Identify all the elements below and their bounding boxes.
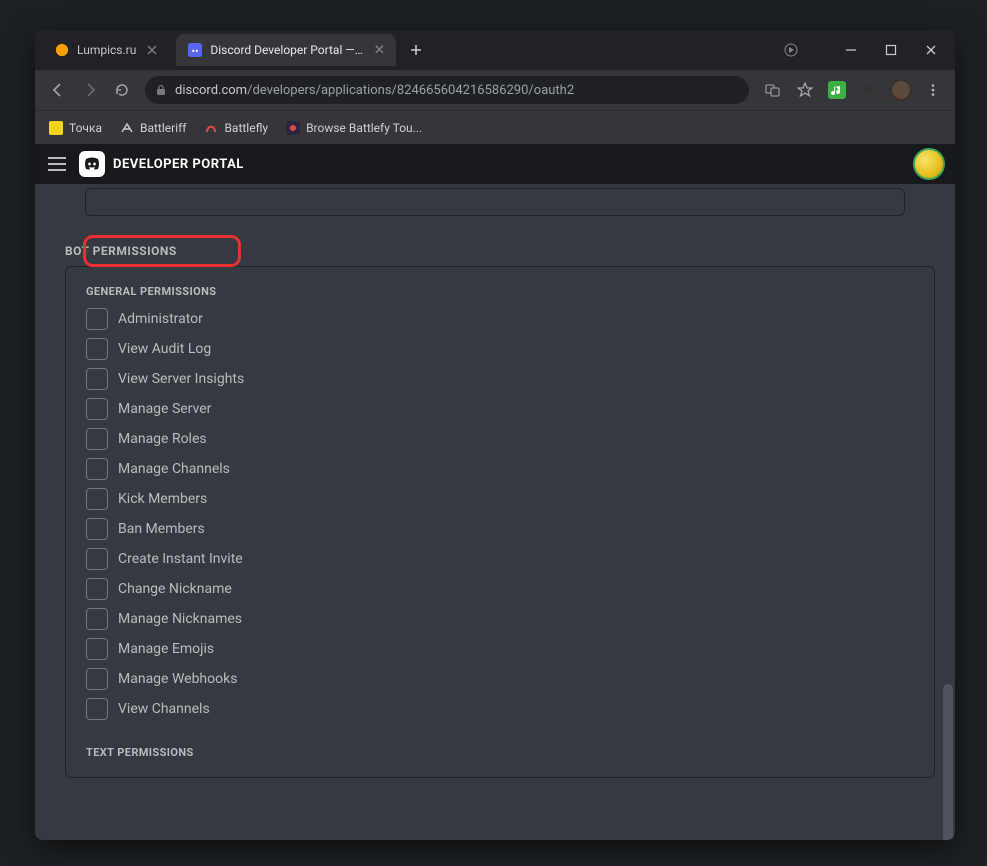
perm-label: View Channels <box>118 701 210 717</box>
tab-title: Discord Developer Portal — My A <box>210 43 363 57</box>
perm-label: Create Instant Invite <box>118 551 243 567</box>
music-ext-icon[interactable] <box>823 76 851 104</box>
permissions-card: GENERAL PERMISSIONS Administrator View A… <box>65 266 935 778</box>
perm-manage-emojis[interactable]: Manage Emojis <box>86 638 914 660</box>
perm-view-channels[interactable]: View Channels <box>86 698 914 720</box>
perm-label: Manage Webhooks <box>118 671 237 687</box>
previous-section-stub <box>85 188 905 216</box>
browser-window: Lumpics.ru Discord Developer Portal — My… <box>35 30 955 840</box>
user-avatar[interactable] <box>913 148 945 180</box>
perm-manage-webhooks[interactable]: Manage Webhooks <box>86 668 914 690</box>
url-host: discord.com <box>175 83 247 98</box>
close-icon[interactable] <box>146 44 158 56</box>
section-title-bot-permissions: BOT PERMISSIONS <box>65 224 935 266</box>
lock-icon <box>155 84 167 96</box>
discord-app-header: DEVELOPER PORTAL <box>35 144 955 184</box>
checkbox[interactable] <box>86 488 108 510</box>
checkbox[interactable] <box>86 308 108 330</box>
perm-create-instant-invite[interactable]: Create Instant Invite <box>86 548 914 570</box>
bookmark-battlefly[interactable]: Battlefly <box>198 117 274 139</box>
checkbox[interactable] <box>86 458 108 480</box>
perm-change-nickname[interactable]: Change Nickname <box>86 578 914 600</box>
url-input[interactable]: discord.com/developers/applications/8246… <box>145 76 749 104</box>
new-tab-button[interactable] <box>402 36 430 64</box>
page-content: BOT PERMISSIONS GENERAL PERMISSIONS Admi… <box>35 184 955 840</box>
playing-indicator <box>751 43 831 57</box>
translate-icon[interactable] <box>759 76 787 104</box>
window-controls <box>831 30 951 70</box>
checkbox[interactable] <box>86 428 108 450</box>
tab-strip: Lumpics.ru Discord Developer Portal — My… <box>39 30 751 70</box>
tab-discord-dev[interactable]: Discord Developer Portal — My A <box>176 34 396 66</box>
checkbox[interactable] <box>86 698 108 720</box>
perm-label: Manage Emojis <box>118 641 214 657</box>
url-path: /developers/applications/824665604216586… <box>247 83 574 98</box>
star-icon[interactable] <box>791 76 819 104</box>
favicon-lumpics <box>55 43 69 57</box>
perm-label: Manage Channels <box>118 461 230 477</box>
bookmarks-bar: Точка Battleriff Battlefly Browse Battle… <box>35 110 955 144</box>
bookmark-label: Battlefly <box>224 121 268 135</box>
bookmark-battleriff[interactable]: Battleriff <box>114 117 192 139</box>
header-title: DEVELOPER PORTAL <box>113 157 244 172</box>
bookmark-label: Battleriff <box>140 121 186 135</box>
perm-label: Kick Members <box>118 491 207 507</box>
bookmark-favicon <box>204 121 218 135</box>
bookmark-tochka[interactable]: Точка <box>43 117 108 139</box>
perm-manage-channels[interactable]: Manage Channels <box>86 458 914 480</box>
checkbox[interactable] <box>86 518 108 540</box>
discord-logo[interactable]: DEVELOPER PORTAL <box>79 151 244 177</box>
perm-view-audit-log[interactable]: View Audit Log <box>86 338 914 360</box>
close-icon[interactable] <box>374 44 385 56</box>
perm-administrator[interactable]: Administrator <box>86 308 914 330</box>
checkbox[interactable] <box>86 578 108 600</box>
tab-title: Lumpics.ru <box>77 43 136 57</box>
perm-kick-members[interactable]: Kick Members <box>86 488 914 510</box>
checkbox[interactable] <box>86 608 108 630</box>
kebab-menu-icon[interactable] <box>919 76 947 104</box>
favicon-discord <box>188 43 202 57</box>
tab-lumpics[interactable]: Lumpics.ru <box>43 34 170 66</box>
perm-label: View Server Insights <box>118 371 244 387</box>
back-button[interactable] <box>43 75 73 105</box>
checkbox[interactable] <box>86 638 108 660</box>
bookmark-label: Browse Battlefy Tou... <box>306 121 422 135</box>
checkbox[interactable] <box>86 668 108 690</box>
address-bar: discord.com/developers/applications/8246… <box>35 70 955 110</box>
close-button[interactable] <box>911 30 951 70</box>
maximize-button[interactable] <box>871 30 911 70</box>
bookmark-favicon <box>120 121 134 135</box>
bookmark-favicon <box>49 121 63 135</box>
forward-button[interactable] <box>75 75 105 105</box>
checkbox[interactable] <box>86 368 108 390</box>
group-title-general: GENERAL PERMISSIONS <box>86 285 914 298</box>
reload-button[interactable] <box>107 75 137 105</box>
perm-label: View Audit Log <box>118 341 211 357</box>
bookmark-label: Точка <box>69 121 102 135</box>
perm-label: Administrator <box>118 311 203 327</box>
perm-label: Manage Nicknames <box>118 611 242 627</box>
perm-label: Manage Roles <box>118 431 207 447</box>
checkbox[interactable] <box>86 338 108 360</box>
perm-ban-members[interactable]: Ban Members <box>86 518 914 540</box>
bookmark-favicon <box>286 121 300 135</box>
perm-view-server-insights[interactable]: View Server Insights <box>86 368 914 390</box>
discord-icon <box>79 151 105 177</box>
bookmark-battlefy[interactable]: Browse Battlefy Tou... <box>280 117 428 139</box>
checkbox[interactable] <box>86 398 108 420</box>
extensions-icon[interactable] <box>855 76 883 104</box>
perm-manage-nicknames[interactable]: Manage Nicknames <box>86 608 914 630</box>
minimize-button[interactable] <box>831 30 871 70</box>
perm-label: Ban Members <box>118 521 205 537</box>
titlebar: Lumpics.ru Discord Developer Portal — My… <box>35 30 955 70</box>
perm-label: Change Nickname <box>118 581 232 597</box>
group-title-text: TEXT PERMISSIONS <box>86 746 914 759</box>
checkbox[interactable] <box>86 548 108 570</box>
scrollbar-thumb[interactable] <box>943 684 953 840</box>
perm-manage-server[interactable]: Manage Server <box>86 398 914 420</box>
profile-avatar-icon[interactable] <box>887 76 915 104</box>
hamburger-menu[interactable] <box>45 152 69 176</box>
perm-label: Manage Server <box>118 401 211 417</box>
perm-manage-roles[interactable]: Manage Roles <box>86 428 914 450</box>
